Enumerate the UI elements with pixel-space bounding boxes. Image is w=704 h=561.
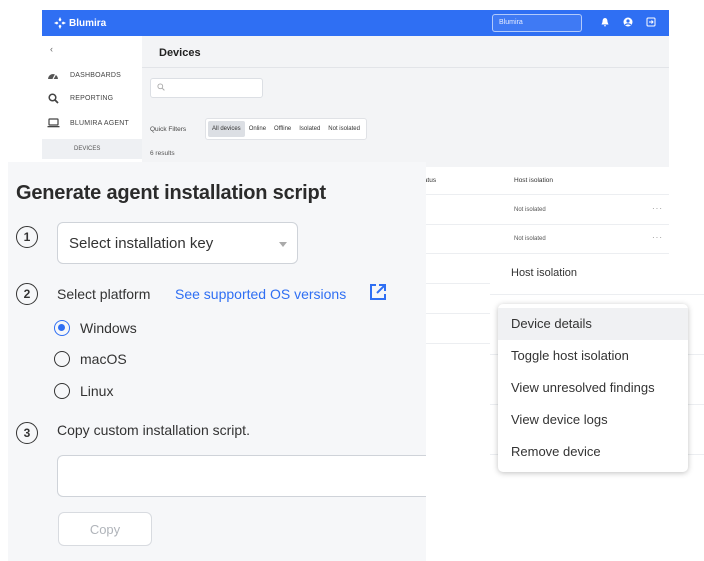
platform-option-label: Linux xyxy=(80,383,114,399)
installation-key-select[interactable]: Select installation key xyxy=(57,222,298,264)
bell-icon[interactable] xyxy=(599,17,611,29)
quick-filters-label: Quick Filters xyxy=(150,126,187,133)
column-header-host-isolation[interactable]: Host isolation xyxy=(514,177,553,184)
menu-item-device-details[interactable]: Device details xyxy=(498,308,688,340)
sidebar-item-label: DASHBOARDS xyxy=(70,71,122,79)
step-1-badge: 1 xyxy=(16,226,38,248)
host-isolation-panel: Host isolation Device details Toggle hos… xyxy=(490,254,704,480)
platform-label: Select platform xyxy=(57,286,151,302)
row-divider xyxy=(490,294,704,295)
filter-online[interactable]: Online xyxy=(245,121,270,137)
menu-item-view-unresolved-findings[interactable]: View unresolved findings xyxy=(498,372,688,404)
step-3-badge: 3 xyxy=(16,422,38,444)
title-divider xyxy=(142,67,669,68)
copy-script-label: Copy custom installation script. xyxy=(57,422,250,438)
menu-item-toggle-host-isolation[interactable]: Toggle host isolation xyxy=(498,340,688,372)
org-search-input[interactable]: Blumira xyxy=(492,14,582,32)
page-title: Devices xyxy=(159,47,201,59)
search-icon xyxy=(157,83,165,91)
radio-unselected-icon xyxy=(54,383,70,399)
device-search-input[interactable] xyxy=(150,78,263,98)
results-count: 6 results xyxy=(150,150,175,157)
search-icon xyxy=(46,92,60,104)
sidebar-item-dashboards[interactable]: DASHBOARDS xyxy=(46,66,121,84)
collapse-sidebar-chevron-icon[interactable]: ‹ xyxy=(50,44,53,54)
filter-offline[interactable]: Offline xyxy=(270,121,295,137)
menu-item-remove-device[interactable]: Remove device xyxy=(498,436,688,468)
row-menu-icon[interactable]: ··· xyxy=(652,233,663,242)
radio-unselected-icon xyxy=(54,351,70,367)
sidebar-item-label: REPORTING xyxy=(70,94,114,102)
quick-filters: All devices Online Offline Isolated Not … xyxy=(205,118,367,140)
copy-button[interactable]: Copy xyxy=(58,512,152,546)
installation-script-field[interactable] xyxy=(57,455,426,497)
logout-icon[interactable] xyxy=(645,17,657,29)
device-actions-menu: Device details Toggle host isolation Vie… xyxy=(498,304,688,472)
installation-key-select-value: Select installation key xyxy=(69,234,214,252)
platform-option-windows[interactable]: Windows xyxy=(54,318,137,338)
laptop-icon xyxy=(46,117,60,129)
install-script-panel: Generate agent installation script 1 Sel… xyxy=(8,162,426,561)
brand-logo[interactable]: Blumira xyxy=(54,17,106,29)
sidebar-item-reporting[interactable]: REPORTING xyxy=(46,89,113,107)
filter-isolated[interactable]: Isolated xyxy=(295,121,324,137)
install-panel-title: Generate agent installation script xyxy=(16,182,326,204)
platform-option-macos[interactable]: macOS xyxy=(54,349,127,369)
gauge-icon xyxy=(46,69,60,81)
sidebar-item-devices[interactable]: DEVICES xyxy=(42,139,142,159)
host-isolation-header: Host isolation xyxy=(511,267,578,279)
blumira-logo-icon xyxy=(54,17,66,29)
row-menu-icon[interactable]: ··· xyxy=(652,204,663,213)
menu-item-view-device-logs[interactable]: View device logs xyxy=(498,404,688,436)
filter-not-isolated[interactable]: Not isolated xyxy=(324,121,364,137)
sidebar-item-blumira-agent[interactable]: BLUMIRA AGENT xyxy=(46,114,129,132)
external-link-icon[interactable] xyxy=(368,282,388,302)
platform-option-label: Windows xyxy=(80,320,137,336)
brand-name: Blumira xyxy=(69,17,107,29)
host-isolation-cell: Not isolated xyxy=(514,236,546,242)
host-isolation-cell: Not isolated xyxy=(514,207,546,213)
supported-os-link[interactable]: See supported OS versions xyxy=(175,286,346,302)
step-2-badge: 2 xyxy=(16,283,38,305)
platform-option-label: macOS xyxy=(80,351,127,367)
sidebar-item-label: BLUMIRA AGENT xyxy=(70,119,130,127)
top-bar: Blumira Blumira xyxy=(42,10,669,36)
filter-all-devices[interactable]: All devices xyxy=(208,121,245,137)
chevron-down-icon xyxy=(279,242,287,247)
radio-selected-icon xyxy=(54,320,70,336)
user-avatar-icon[interactable] xyxy=(622,17,634,29)
platform-option-linux[interactable]: Linux xyxy=(54,381,113,401)
